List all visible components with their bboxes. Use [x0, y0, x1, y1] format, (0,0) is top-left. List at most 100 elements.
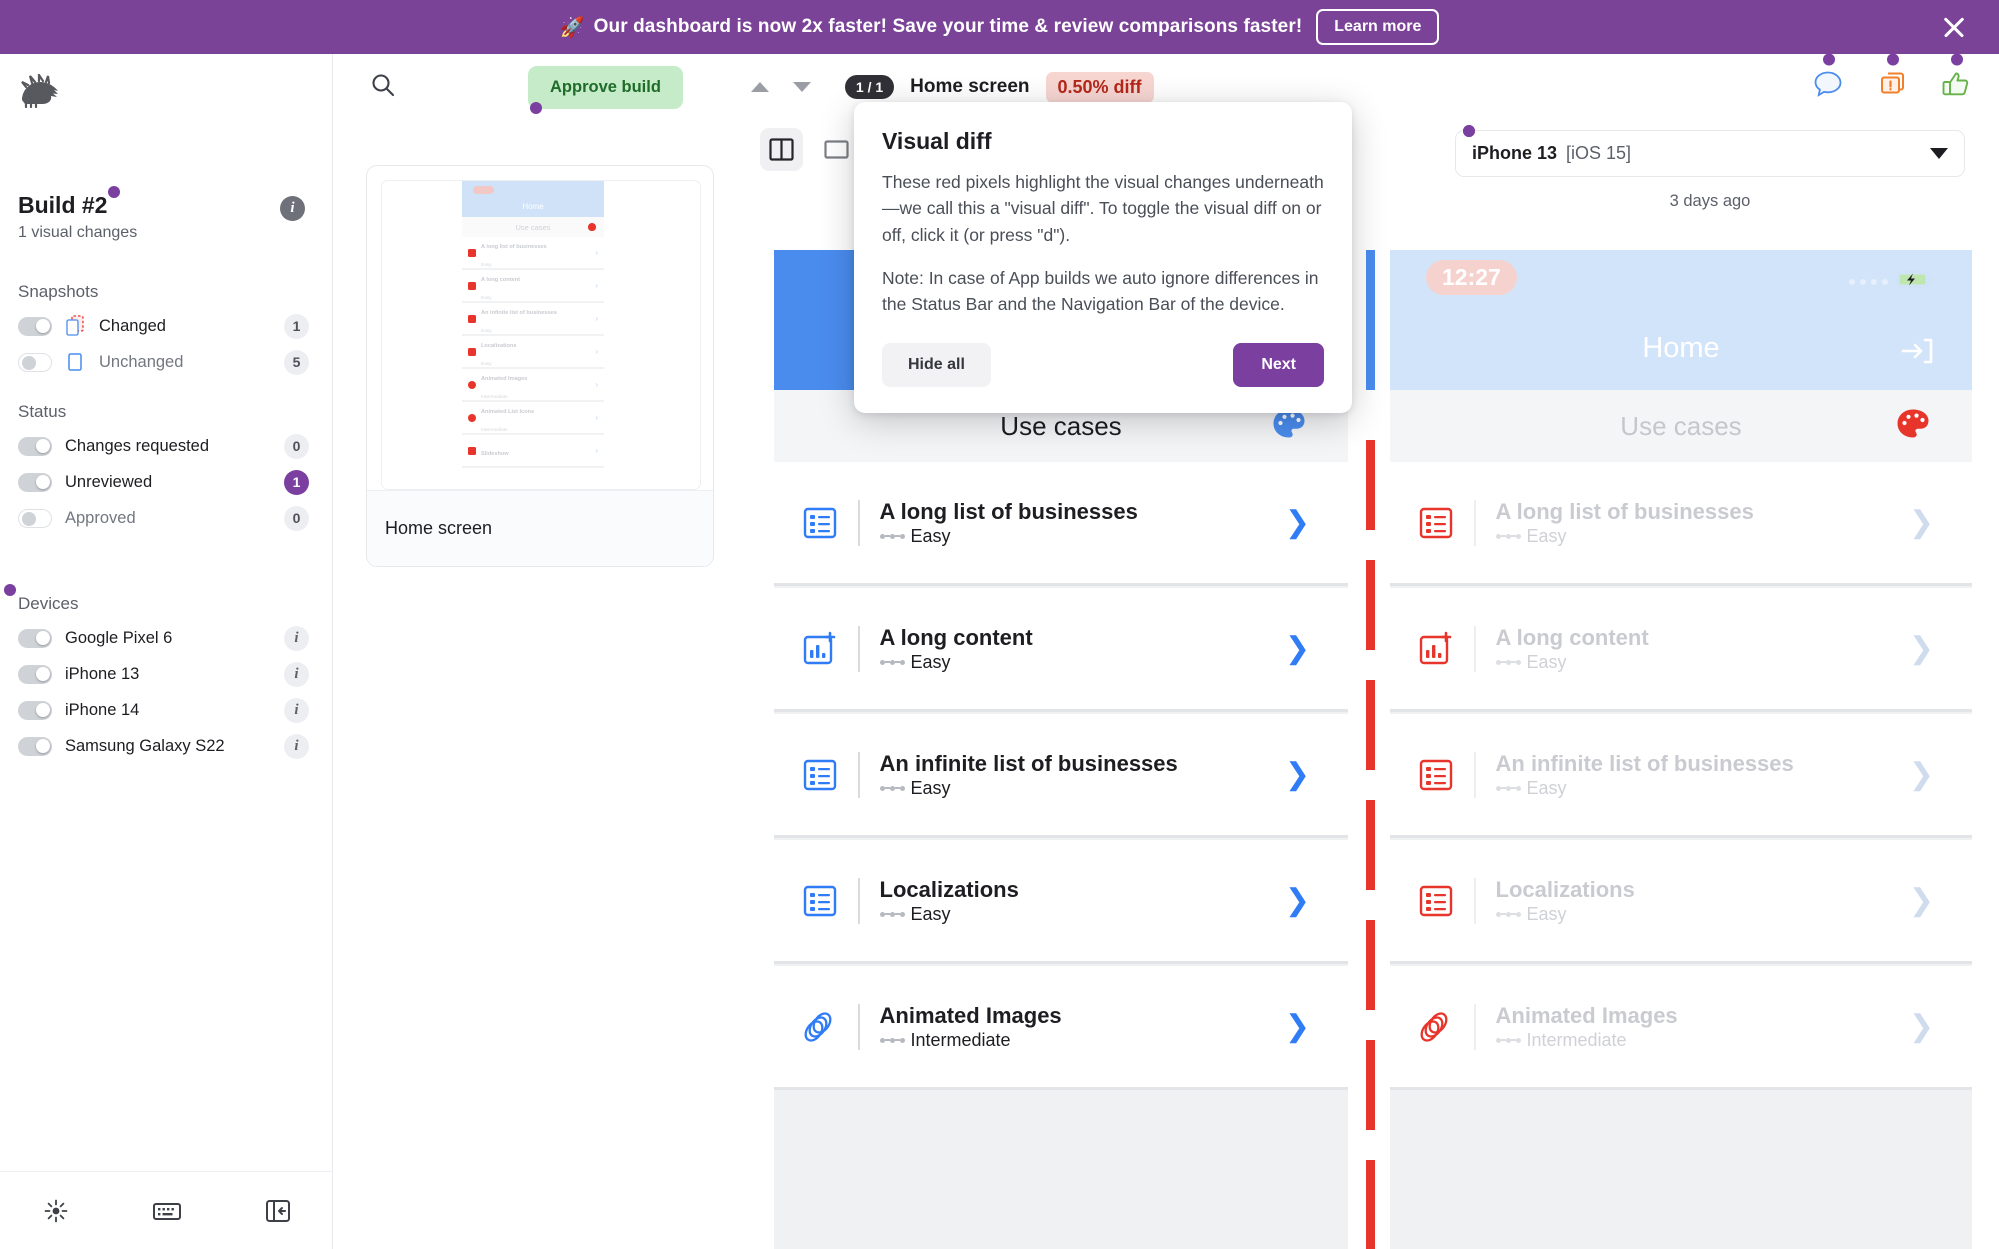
toggle-iphone-14[interactable] [18, 700, 52, 720]
chevron-down-icon[interactable] [789, 74, 815, 100]
build-info-icon[interactable]: i [280, 196, 305, 221]
snapshots-section: Snapshots Changed 1 Unchanged 5 [0, 282, 333, 380]
split-view-icon[interactable] [760, 128, 803, 171]
toggle-approved[interactable] [18, 508, 52, 528]
filter-row-unchanged[interactable]: Unchanged 5 [0, 344, 333, 380]
diff-marker-red [1366, 680, 1375, 770]
approve-icon[interactable] [1941, 53, 1971, 104]
chevron-right-icon[interactable]: ❯ [1909, 759, 1934, 790]
device-timestamp: 3 days ago [1669, 192, 1751, 210]
use-case-difficulty: Easy [879, 778, 1285, 799]
use-case-row[interactable]: An infinite list of businesses Easy ❯ [1390, 714, 1972, 838]
snapshot-thumbnail-image: Home Use cases A long list of businesses… [381, 180, 701, 490]
filter-row-changed[interactable]: Changed 1 [0, 308, 333, 344]
use-case-difficulty: Intermediate [1495, 1030, 1909, 1051]
diff-marker-red [1366, 1160, 1375, 1249]
diff-marker-blue [1366, 250, 1375, 390]
use-case-row[interactable]: Animated Images Intermediate ❯ [1390, 966, 1972, 1090]
brightness-icon[interactable] [0, 1198, 111, 1224]
chevron-right-icon[interactable]: ❯ [1909, 885, 1934, 916]
device-row-iphone-14[interactable]: iPhone 14 i [0, 692, 333, 728]
use-case-row[interactable]: An infinite list of businesses Easy ❯ [774, 714, 1348, 838]
use-case-row[interactable]: A long content Easy ❯ [774, 588, 1348, 712]
badge-changed-count: 1 [284, 313, 309, 339]
mini-time-diff-marker [473, 186, 494, 194]
toggle-samsung-galaxy-s22[interactable] [18, 736, 52, 756]
snapshot-thumbnail-card[interactable]: Home Use cases A long list of businesses… [366, 165, 714, 567]
toggle-unchanged[interactable] [18, 352, 52, 372]
mini-rings-icon [468, 380, 476, 389]
filter-row-approved[interactable]: Approved 0 [0, 500, 333, 536]
chevron-down-icon[interactable] [1930, 148, 1948, 159]
mini-palette-icon [588, 223, 596, 231]
toggle-changed[interactable] [18, 316, 52, 336]
device-row-iphone-13[interactable]: iPhone 13 i [0, 656, 333, 692]
device-info-icon-samsung-galaxy-s22[interactable]: i [284, 733, 309, 759]
list-icon [802, 757, 838, 793]
filter-row-changes-requested[interactable]: Changes requested 0 [0, 428, 333, 464]
use-case-difficulty: Easy [879, 652, 1285, 673]
use-case-title: A long content [1495, 625, 1649, 651]
tooltip-paragraph-1: These red pixels highlight the visual ch… [882, 172, 1324, 245]
use-case-row[interactable]: A long content Easy ❯ [1390, 588, 1972, 712]
rings-icon [802, 1009, 838, 1045]
single-view-icon[interactable] [815, 128, 858, 171]
use-case-row[interactable]: Animated Images Intermediate ❯ [774, 966, 1348, 1090]
palette-icon[interactable] [1272, 408, 1306, 444]
diff-marker-red [1366, 920, 1375, 1010]
use-case-difficulty: Easy [1495, 652, 1909, 673]
chevron-right-icon[interactable]: ❯ [1285, 507, 1310, 538]
porcupine-logo [18, 71, 62, 109]
badge-unreviewed-count: 1 [284, 469, 309, 495]
learn-more-button[interactable]: Learn more [1316, 9, 1440, 45]
use-case-title: Animated Images [879, 1003, 1062, 1029]
chevron-right-icon[interactable]: ❯ [1285, 759, 1310, 790]
palette-icon[interactable] [1896, 408, 1930, 444]
mini-rings-icon-2 [468, 413, 476, 422]
toggle-unreviewed[interactable] [18, 472, 52, 492]
use-case-row[interactable]: Localizations Easy ❯ [774, 840, 1348, 964]
filter-row-unreviewed[interactable]: Unreviewed 1 [0, 464, 333, 500]
build-summary: Build #2 i 1 visual changes [18, 186, 315, 242]
use-case-title: A long content [879, 625, 1033, 651]
use-case-row[interactable]: Localizations Easy ❯ [1390, 840, 1972, 964]
keyboard-icon[interactable] [111, 1200, 222, 1222]
chevron-right-icon[interactable]: ❯ [1285, 633, 1310, 664]
diff-marker-red [1366, 1040, 1375, 1130]
approve-build-button[interactable]: Approve build [528, 65, 683, 114]
diff-percentage-badge: 0.50% diff [1045, 71, 1154, 103]
mini-list-icon-3 [468, 347, 476, 356]
search-icon[interactable] [370, 72, 396, 103]
chevron-right-icon[interactable]: ❯ [1909, 633, 1934, 664]
chevron-right-icon[interactable]: ❯ [1909, 1011, 1934, 1042]
request-changes-icon[interactable] [1877, 53, 1907, 104]
hide-all-button[interactable]: Hide all [882, 343, 991, 388]
device-row-google-pixel-6[interactable]: Google Pixel 6 i [0, 620, 333, 656]
toggle-google-pixel-6[interactable] [18, 628, 52, 648]
use-case-title: An infinite list of businesses [1495, 751, 1794, 777]
chevron-right-icon[interactable]: ❯ [1285, 885, 1310, 916]
toggle-changes-requested[interactable] [18, 436, 52, 456]
tooltip-actions: Hide all Next [882, 343, 1324, 388]
collapse-sidebar-icon[interactable] [222, 1199, 333, 1223]
device-selector-dropdown[interactable]: iPhone 13 [iOS 15] [1455, 125, 1965, 177]
device-info-icon-google-pixel-6[interactable]: i [284, 625, 309, 651]
close-icon[interactable] [1939, 12, 1969, 42]
use-case-row[interactable]: A long list of businesses Easy ❯ [1390, 462, 1972, 586]
filter-label-unreviewed: Unreviewed [65, 472, 153, 491]
page-title: Home screen [910, 76, 1030, 97]
list-icon [802, 505, 838, 541]
device-info-icon-iphone-13[interactable]: i [284, 661, 309, 687]
toggle-iphone-13[interactable] [18, 664, 52, 684]
chevron-up-icon[interactable] [747, 74, 773, 100]
right-section-header: Use cases [1390, 390, 1972, 462]
use-case-row[interactable]: A long list of businesses Easy ❯ [774, 462, 1348, 586]
device-row-samsung-galaxy-s22[interactable]: Samsung Galaxy S22 i [0, 728, 333, 764]
chevron-right-icon[interactable]: ❯ [1285, 1011, 1310, 1042]
exit-icon[interactable] [1900, 336, 1934, 371]
chevron-right-icon[interactable]: ❯ [1909, 507, 1934, 538]
next-button[interactable]: Next [1233, 343, 1324, 388]
device-info-icon-iphone-14[interactable]: i [284, 697, 309, 723]
use-case-difficulty: Easy [1495, 778, 1909, 799]
comment-icon[interactable] [1813, 53, 1843, 104]
